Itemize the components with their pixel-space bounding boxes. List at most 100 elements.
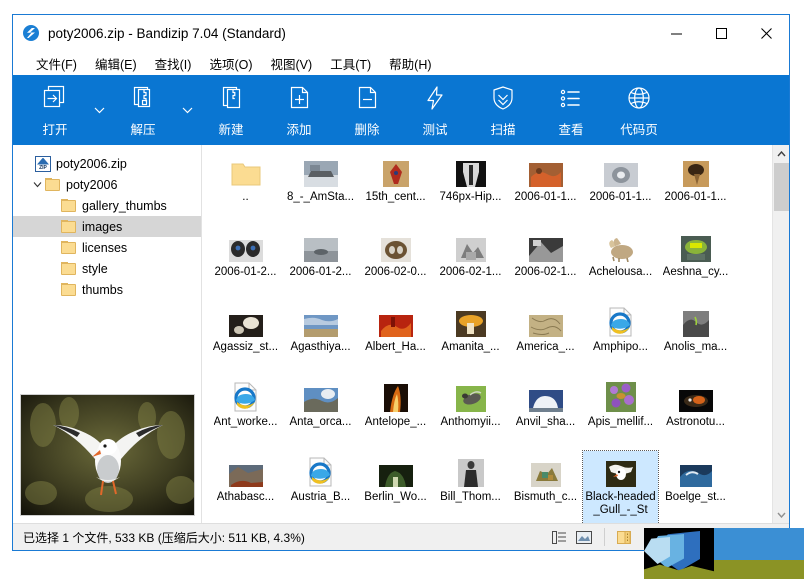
file-name: .. [242, 191, 249, 203]
toolbar-view[interactable]: 查看 [537, 78, 605, 142]
list-item[interactable]: Amanita_... [433, 301, 508, 376]
list-item[interactable]: 2006-01-1... [658, 151, 733, 226]
toolbar-extract-dropdown[interactable] [177, 78, 197, 142]
menu-view[interactable]: 视图(V) [262, 52, 322, 75]
list-item[interactable]: Amphipo... [583, 301, 658, 376]
list-item[interactable]: Achelousa... [583, 226, 658, 301]
maximize-button[interactable] [699, 15, 744, 51]
sidebar: poty2006.zip poty2006 gallery_thumbs [13, 145, 202, 523]
file-name: 2006-01-1... [514, 191, 577, 203]
list-item[interactable]: Athabasc... [208, 451, 283, 523]
list-item[interactable]: Ant_worke... [208, 376, 283, 451]
thumbnail-icon [303, 305, 339, 337]
toolbar-open[interactable]: 打开 [21, 78, 89, 142]
tree-item-images[interactable]: images [13, 216, 201, 237]
list-item[interactable]: Boelge_st... [658, 451, 733, 523]
tree-item-style[interactable]: style [13, 258, 201, 279]
tree-item-licenses[interactable]: licenses [13, 237, 201, 258]
list-item[interactable]: Agasthiya... [283, 301, 358, 376]
menu-help[interactable]: 帮助(H) [380, 52, 440, 75]
list-item[interactable]: 2006-02-0... [358, 226, 433, 301]
tree-twisty-expanded[interactable] [29, 181, 45, 188]
details-view-icon[interactable] [548, 527, 572, 547]
thumbnail-icon [453, 455, 489, 487]
thumbnail-icon [228, 305, 264, 337]
thumbnail-icon [528, 380, 564, 412]
list-item[interactable]: Anthomyii... [433, 376, 508, 451]
file-list-vertical-scrollbar[interactable] [772, 145, 789, 523]
close-button[interactable] [744, 15, 789, 51]
toolbar-extract[interactable]: 解压 [109, 78, 177, 142]
list-item[interactable]: 2006-01-1... [508, 151, 583, 226]
menu-options[interactable]: 选项(O) [200, 52, 261, 75]
list-item[interactable]: 2006-02-1... [433, 226, 508, 301]
list-item[interactable]: 746px-Hip... [433, 151, 508, 226]
thumbnail-icon [453, 380, 489, 412]
scrollbar-thumb[interactable] [774, 163, 789, 211]
list-item[interactable]: 8_-_AmSta... [283, 151, 358, 226]
toolbar-open-dropdown[interactable] [89, 78, 109, 142]
list-item[interactable]: Antelope_... [358, 376, 433, 451]
list-item[interactable]: Bismuth_c... [508, 451, 583, 523]
tree-item-label: thumbs [82, 282, 123, 297]
file-name: Boelge_st... [665, 491, 726, 503]
list-item[interactable]: America_... [508, 301, 583, 376]
list-item-selected[interactable]: Black-headed_Gull_-_St [582, 450, 659, 523]
ie-html-file-icon [603, 305, 639, 337]
add-file-icon [284, 82, 314, 116]
thumbnail-icon [678, 155, 714, 187]
list-item[interactable]: Agassiz_st... [208, 301, 283, 376]
thumbnail-view-icon[interactable] [572, 527, 596, 547]
toolbar-delete[interactable]: 删除 [333, 78, 401, 142]
list-item[interactable]: Anolis_ma... [658, 301, 733, 376]
tree-item-thumbs[interactable]: thumbs [13, 279, 201, 300]
menu-tools[interactable]: 工具(T) [321, 52, 380, 75]
file-name: 2006-02-0... [364, 266, 427, 278]
tree-item-poty2006-zip[interactable]: poty2006.zip [13, 153, 201, 174]
list-item[interactable]: .. [208, 151, 283, 226]
title-bar: poty2006.zip - Bandizip 7.04 (Standard) [13, 15, 789, 51]
list-item[interactable]: 15th_cent... [358, 151, 433, 226]
content-area: poty2006.zip poty2006 gallery_thumbs [13, 145, 789, 523]
delete-file-icon [352, 82, 382, 116]
list-item[interactable]: Apis_mellif... [583, 376, 658, 451]
file-list-pane[interactable]: .. 8_-_AmSta... 15th_cent... 746px-Hip..… [202, 145, 789, 523]
menu-bar: 文件(F) 编辑(E) 查找(I) 选项(O) 视图(V) 工具(T) 帮助(H… [13, 51, 789, 75]
list-item[interactable]: 2006-02-1... [508, 226, 583, 301]
list-item[interactable]: Bill_Thom... [433, 451, 508, 523]
list-item[interactable]: 2006-01-2... [208, 226, 283, 301]
list-item[interactable]: Berlin_Wo... [358, 451, 433, 523]
scroll-down-arrow[interactable] [773, 506, 789, 523]
scroll-up-arrow[interactable] [773, 145, 789, 162]
file-name: Ant_worke... [213, 416, 278, 428]
menu-edit[interactable]: 编辑(E) [86, 52, 146, 75]
thumbnail-icon [528, 455, 564, 487]
list-item[interactable]: 2006-01-1... [583, 151, 658, 226]
list-item[interactable]: Astronotu... [658, 376, 733, 451]
minimize-button[interactable] [654, 15, 699, 51]
toolbar-codepage[interactable]: 代码页 [605, 78, 673, 142]
tree-item-gallery-thumbs[interactable]: gallery_thumbs [13, 195, 201, 216]
file-name: 2006-01-1... [589, 191, 652, 203]
toolbar-add[interactable]: 添加 [265, 78, 333, 142]
thumbnail-icon [453, 230, 489, 262]
scan-shield-icon [488, 82, 518, 116]
tree-item-poty2006[interactable]: poty2006 [13, 174, 201, 195]
list-item[interactable]: 2006-01-2... [283, 226, 358, 301]
toolbar-new[interactable]: 新建 [197, 78, 265, 142]
toolbar: 打开 解压 新建 添加 删除 测试 扫描 查看 代码页 [13, 75, 789, 145]
thumbnail-icon [378, 455, 414, 487]
toolbar-test[interactable]: 测试 [401, 78, 469, 142]
list-item[interactable]: Anta_orca... [283, 376, 358, 451]
list-item[interactable]: Anvil_sha... [508, 376, 583, 451]
folder-icon [61, 283, 76, 296]
thumbnail-icon [678, 305, 714, 337]
list-item[interactable]: Albert_Ha... [358, 301, 433, 376]
folder-open-icon[interactable] [613, 527, 637, 547]
list-item[interactable]: Aeshna_cy... [658, 226, 733, 301]
list-item[interactable]: Austria_B... [283, 451, 358, 523]
menu-find[interactable]: 查找(I) [146, 52, 201, 75]
toolbar-scan[interactable]: 扫描 [469, 78, 537, 142]
bandizip-window: poty2006.zip - Bandizip 7.04 (Standard) … [12, 14, 790, 551]
menu-file[interactable]: 文件(F) [27, 52, 86, 75]
